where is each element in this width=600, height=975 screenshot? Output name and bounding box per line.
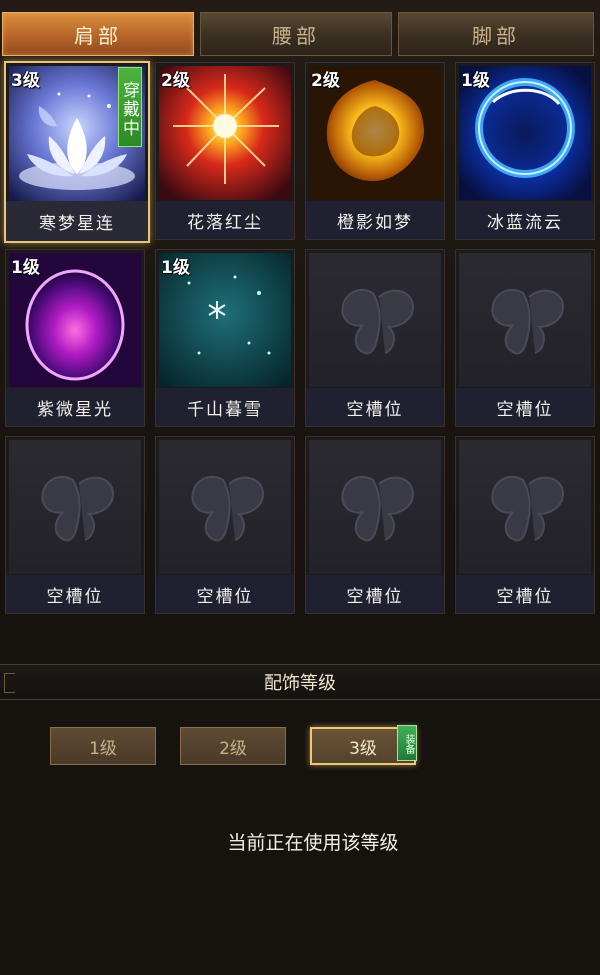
accessory-slot-hualuo-hongchen[interactable]: 2级 花落红尘 [155, 62, 295, 240]
item-name: 花落红尘 [156, 201, 294, 239]
item-name: 空槽位 [456, 575, 594, 613]
item-level: 3级 [11, 71, 40, 91]
empty-slot[interactable]: 空槽位 [305, 249, 445, 427]
item-level: 2级 [161, 71, 190, 91]
item-level: 1级 [461, 71, 490, 91]
accessory-slot-ziwei-xingguang[interactable]: 1级 紫微星光 [5, 249, 145, 427]
item-name: 橙影如梦 [306, 201, 444, 239]
ornament-icon [4, 673, 15, 693]
empty-slot[interactable]: 空槽位 [5, 436, 145, 614]
item-level: 1级 [11, 258, 40, 278]
item-name: 空槽位 [156, 575, 294, 613]
status-text: 当前正在使用该等级 [227, 832, 399, 854]
item-name: 千山暮雪 [156, 388, 294, 426]
section-title: 配饰等级 [264, 673, 336, 694]
butterfly-icon [459, 440, 591, 574]
item-name: 空槽位 [306, 575, 444, 613]
item-name: 空槽位 [6, 575, 144, 613]
empty-slot[interactable]: 空槽位 [305, 436, 445, 614]
equip-badge: 装备 [397, 725, 417, 761]
tab-shoulder[interactable]: 肩部 [2, 12, 194, 56]
butterfly-icon [459, 253, 591, 387]
item-level: 2级 [311, 71, 340, 91]
butterfly-icon [9, 440, 141, 574]
empty-slot[interactable]: 空槽位 [455, 436, 595, 614]
item-name: 紫微星光 [6, 388, 144, 426]
tab-waist[interactable]: 腰部 [200, 12, 392, 56]
accessory-slot-hanmeng-xinglian[interactable]: 3级 穿戴中 寒梦星连 [4, 61, 150, 243]
wearing-badge: 穿戴中 [118, 67, 142, 147]
section-header: 配饰等级 [0, 664, 600, 700]
accessory-slot-binglan-liuyun[interactable]: 1级 冰蓝流云 [455, 62, 595, 240]
butterfly-icon [309, 253, 441, 387]
item-name: 冰蓝流云 [456, 201, 594, 239]
empty-slot[interactable]: 空槽位 [455, 249, 595, 427]
item-name: 空槽位 [456, 388, 594, 426]
level-1-button[interactable]: 1级 [50, 727, 156, 765]
item-name: 空槽位 [306, 388, 444, 426]
tab-feet[interactable]: 脚部 [398, 12, 594, 56]
item-level: 1级 [161, 258, 190, 278]
butterfly-icon [159, 440, 291, 574]
accessory-slot-chengying-rumeng[interactable]: 2级 橙影如梦 [305, 62, 445, 240]
level-2-button[interactable]: 2级 [180, 727, 286, 765]
butterfly-icon [309, 440, 441, 574]
slot-tabs: 肩部 腰部 脚部 [0, 12, 600, 58]
empty-slot[interactable]: 空槽位 [155, 436, 295, 614]
accessory-slot-qianshan-muxue[interactable]: 1级 千山暮雪 [155, 249, 295, 427]
item-name: 寒梦星连 [6, 201, 148, 241]
